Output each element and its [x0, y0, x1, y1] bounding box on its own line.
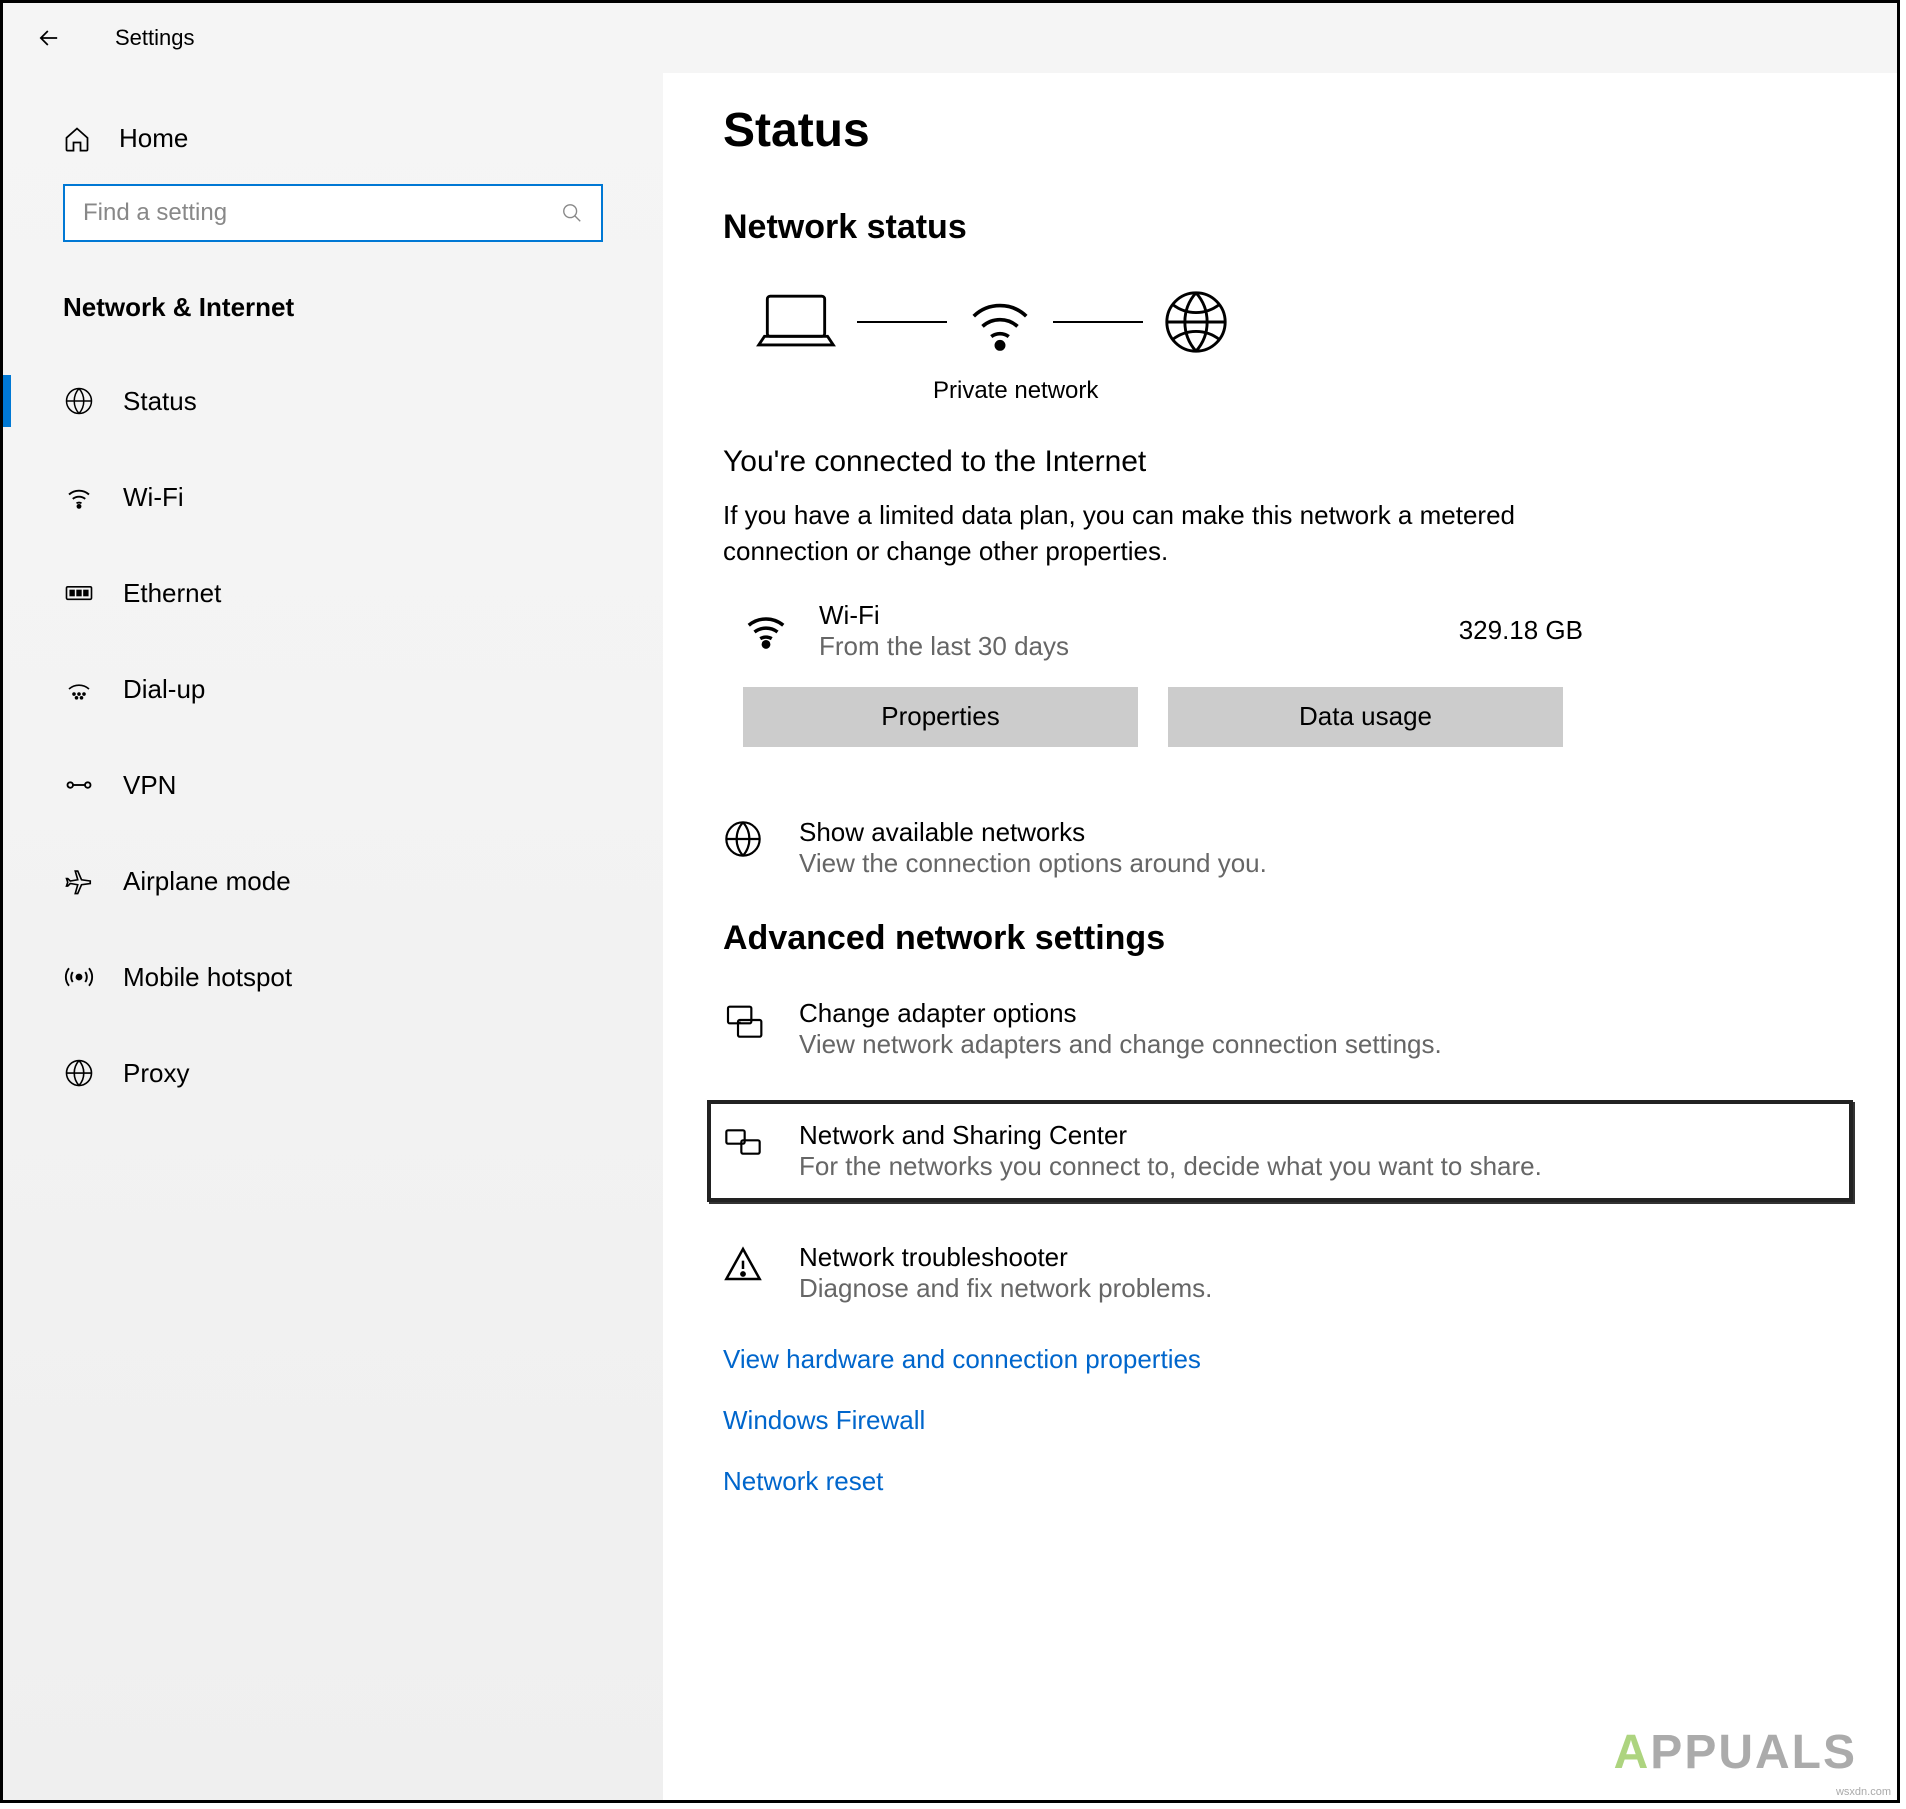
sidebar-item-airplane[interactable]: Airplane mode: [3, 833, 663, 929]
sidebar: Home Network & Internet Status: [3, 73, 663, 1800]
sidebar-item-label: Mobile hotspot: [123, 962, 292, 993]
link-hardware[interactable]: View hardware and connection properties: [723, 1344, 1837, 1375]
window-title: Settings: [115, 25, 195, 51]
sidebar-item-label: Status: [123, 386, 197, 417]
list-item-sub: View network adapters and change connect…: [799, 1029, 1442, 1060]
wifi-usage-row: Wi-Fi From the last 30 days 329.18 GB: [743, 600, 1583, 662]
wifi-info: Wi-Fi From the last 30 days: [819, 600, 1459, 662]
list-item-title: Network troubleshooter: [799, 1242, 1212, 1273]
wifi-name: Wi-Fi: [819, 600, 1459, 631]
sidebar-item-label: Dial-up: [123, 674, 205, 705]
vpn-icon: [63, 769, 95, 801]
search-input[interactable]: [83, 199, 561, 227]
list-item-sub: For the networks you connect to, decide …: [799, 1151, 1542, 1182]
wifi-diagram-icon: [965, 287, 1035, 357]
ethernet-icon: [63, 577, 95, 609]
search-wrap: [3, 184, 663, 272]
sidebar-item-vpn[interactable]: VPN: [3, 737, 663, 833]
settings-window: Settings Home Network & Internet: [0, 0, 1900, 1803]
sharing-icon: [723, 1122, 769, 1168]
sidebar-section-title: Network & Internet: [3, 272, 663, 353]
back-arrow-icon: [35, 24, 63, 52]
list-item-title: Show available networks: [799, 817, 1267, 848]
diagram-line: [1053, 321, 1143, 323]
adapter-icon: [723, 1000, 769, 1046]
window-header: Settings: [3, 3, 1897, 73]
network-diagram: [753, 287, 1837, 357]
globe-icon: [723, 819, 769, 865]
sidebar-item-label: Ethernet: [123, 578, 221, 609]
hotspot-icon: [63, 961, 95, 993]
list-item-sub: Diagnose and fix network problems.: [799, 1273, 1212, 1304]
proxy-icon: [63, 1057, 95, 1089]
watermark: AAPPUALSPPUALS: [1614, 1725, 1857, 1780]
airplane-icon: [63, 865, 95, 897]
link-firewall[interactable]: Windows Firewall: [723, 1405, 1837, 1436]
connected-title: You're connected to the Internet: [723, 445, 1837, 479]
sidebar-home-label: Home: [119, 123, 188, 154]
globe-icon: [63, 385, 95, 417]
sidebar-item-wifi[interactable]: Wi-Fi: [3, 449, 663, 545]
link-reset[interactable]: Network reset: [723, 1466, 1837, 1497]
search-box[interactable]: [63, 184, 603, 242]
sidebar-item-label: VPN: [123, 770, 176, 801]
wifi-icon: [743, 608, 789, 654]
list-item-title: Network and Sharing Center: [799, 1120, 1542, 1151]
sidebar-item-ethernet[interactable]: Ethernet: [3, 545, 663, 641]
advanced-heading: Advanced network settings: [723, 919, 1837, 958]
laptop-icon: [753, 287, 839, 357]
sidebar-item-proxy[interactable]: Proxy: [3, 1025, 663, 1121]
warning-icon: [723, 1244, 769, 1290]
wifi-usage-value: 329.18 GB: [1459, 615, 1583, 646]
show-networks-item[interactable]: Show available networks View the connect…: [723, 817, 1837, 879]
list-item-sub: View the connection options around you.: [799, 848, 1267, 879]
network-status-heading: Network status: [723, 208, 1837, 247]
back-button[interactable]: [31, 20, 67, 56]
search-icon: [561, 202, 583, 224]
sharing-center-item[interactable]: Network and Sharing Center For the netwo…: [707, 1100, 1853, 1202]
connected-desc: If you have a limited data plan, you can…: [723, 497, 1553, 570]
diagram-caption: Private network: [933, 377, 1837, 405]
credit: wsxdn.com: [1836, 1786, 1891, 1798]
diagram-line: [857, 321, 947, 323]
list-item-title: Change adapter options: [799, 998, 1442, 1029]
home-icon: [63, 125, 91, 153]
properties-button[interactable]: Properties: [743, 687, 1138, 747]
troubleshooter-item[interactable]: Network troubleshooter Diagnose and fix …: [723, 1242, 1837, 1304]
globe-diagram-icon: [1161, 287, 1231, 357]
sidebar-item-hotspot[interactable]: Mobile hotspot: [3, 929, 663, 1025]
wifi-icon: [63, 481, 95, 513]
sidebar-item-label: Airplane mode: [123, 866, 291, 897]
sidebar-home[interactable]: Home: [3, 103, 663, 184]
main-content: Status Network status Private network Yo…: [663, 73, 1897, 1800]
button-row: Properties Data usage: [743, 687, 1837, 747]
wifi-sub: From the last 30 days: [819, 631, 1459, 662]
sidebar-item-status[interactable]: Status: [3, 353, 663, 449]
page-title: Status: [723, 103, 1837, 158]
data-usage-button[interactable]: Data usage: [1168, 687, 1563, 747]
adapter-options-item[interactable]: Change adapter options View network adap…: [723, 998, 1837, 1060]
sidebar-nav: Status Wi-Fi Ethernet: [3, 353, 663, 1121]
dialup-icon: [63, 673, 95, 705]
window-body: Home Network & Internet Status: [3, 73, 1897, 1800]
sidebar-item-dialup[interactable]: Dial-up: [3, 641, 663, 737]
sidebar-item-label: Wi-Fi: [123, 482, 184, 513]
sidebar-item-label: Proxy: [123, 1058, 189, 1089]
